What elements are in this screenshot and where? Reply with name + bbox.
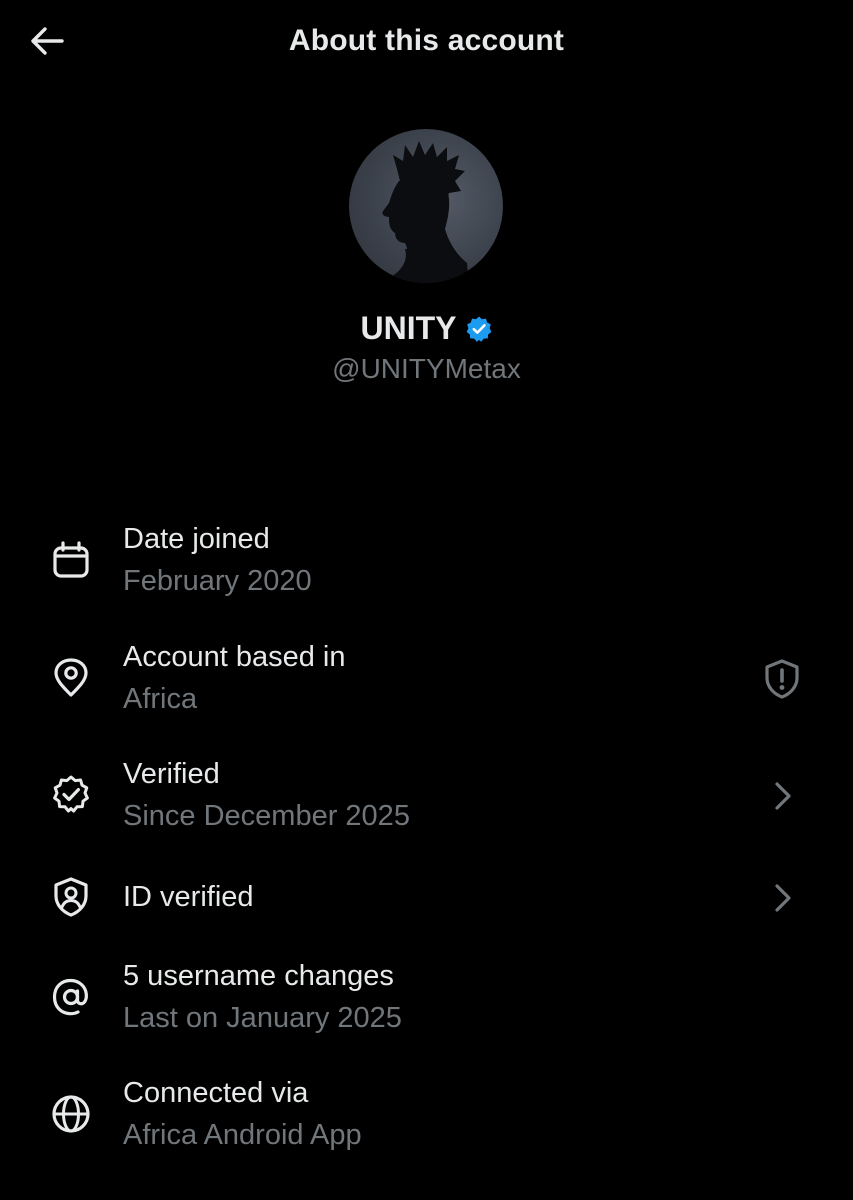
calendar-icon (50, 539, 92, 581)
page-title: About this account (288, 24, 565, 57)
row-subtitle: Since December 2025 (123, 800, 410, 832)
name-row: UNITY (0, 310, 853, 347)
id-shield-icon (50, 876, 92, 918)
row-account-based-in: Account based in Africa (0, 640, 853, 722)
row-date-joined: Date joined February 2020 (0, 522, 853, 604)
row-subtitle: Africa (123, 683, 198, 715)
row-title: Date joined (123, 523, 270, 555)
location-pin-icon (50, 657, 92, 699)
chevron-right-icon[interactable] (760, 876, 804, 920)
verified-seal-icon (50, 774, 92, 816)
avatar[interactable] (349, 129, 503, 283)
row-connected-via: Connected via Africa Android App (0, 1076, 853, 1158)
row-title: ID verified (123, 881, 254, 913)
row-title: Account based in (123, 641, 346, 673)
at-sign-icon (50, 976, 92, 1018)
verified-badge-icon[interactable] (465, 315, 493, 343)
shield-alert-icon[interactable] (760, 657, 804, 701)
row-title: Verified (123, 758, 220, 790)
row-title: 5 username changes (123, 960, 394, 992)
row-subtitle: February 2020 (123, 565, 312, 597)
globe-icon (50, 1093, 92, 1135)
chevron-right-icon[interactable] (760, 774, 804, 818)
row-username-changes: 5 username changes Last on January 2025 (0, 959, 853, 1041)
avatar-silhouette (379, 141, 479, 283)
username-handle: @UNITYMetax (332, 353, 521, 384)
display-name: UNITY (360, 310, 457, 346)
row-subtitle: Last on January 2025 (123, 1002, 402, 1034)
row-subtitle: Africa Android App (123, 1119, 362, 1151)
row-title: Connected via (123, 1077, 309, 1109)
row-id-verified[interactable]: ID verified (0, 876, 853, 920)
top-bar: About this account (0, 0, 853, 88)
row-verified[interactable]: Verified Since December 2025 (0, 757, 853, 839)
